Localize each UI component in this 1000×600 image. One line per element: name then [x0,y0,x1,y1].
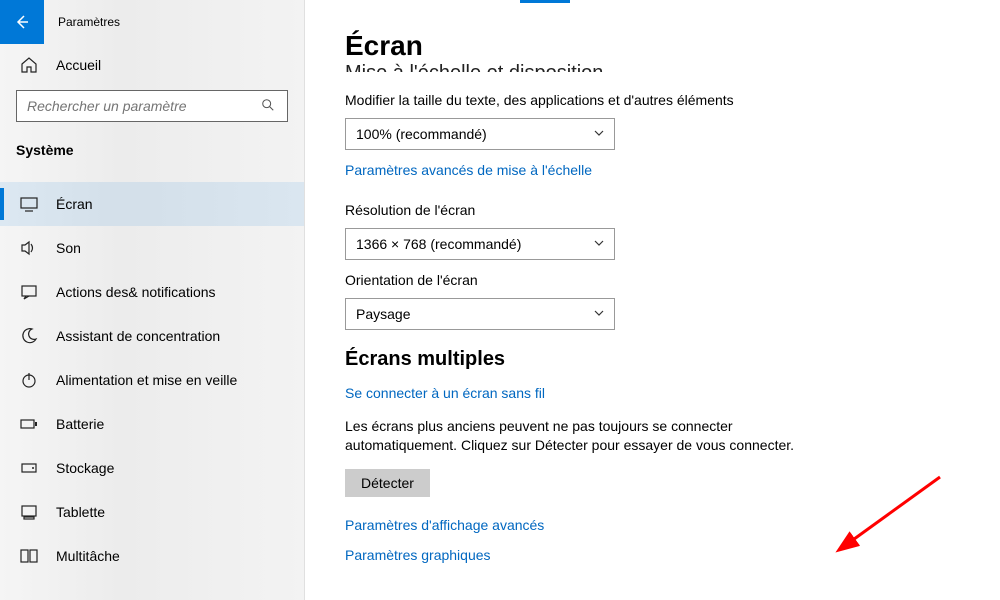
detect-description: Les écrans plus anciens peuvent ne pas t… [345,417,825,455]
sidebar-item-batterie[interactable]: Batterie [0,402,304,446]
content-area: Écran Mise à l'échelle et disposition Mo… [305,0,1000,600]
sidebar-item-label: Batterie [56,416,104,432]
chevron-down-icon [594,128,604,141]
search-input[interactable] [27,98,252,114]
moon-icon [20,327,38,345]
sidebar-item-stockage[interactable]: Stockage [0,446,304,490]
storage-icon [20,459,38,477]
scale-value: 100% (recommandé) [356,126,487,142]
multiple-displays-heading: Écrans multiples [345,348,970,371]
notifications-icon [20,283,38,301]
resolution-value: 1366 × 768 (recommandé) [356,236,521,252]
tablet-icon [20,503,38,521]
resolution-select[interactable]: 1366 × 768 (recommandé) [345,228,615,260]
home-button[interactable]: Accueil [0,44,304,86]
section-label: Système [0,136,304,182]
sidebar-item-son[interactable]: Son [0,226,304,270]
chevron-down-icon [594,238,604,251]
advanced-display-link[interactable]: Paramètres d'affichage avancés [345,517,970,533]
graphics-settings-link[interactable]: Paramètres graphiques [345,547,970,563]
sidebar: Paramètres Accueil Système Écran [0,0,305,600]
battery-icon [20,415,38,433]
power-icon [20,371,38,389]
sidebar-item-label: Assistant de concentration [56,328,220,344]
detect-button[interactable]: Détecter [345,469,430,497]
sidebar-item-notifications[interactable]: Actions des& notifications [0,270,304,314]
sidebar-item-ecran[interactable]: Écran [0,182,304,226]
scale-label: Modifier la taille du texte, des applica… [345,92,970,108]
back-button[interactable] [0,0,44,44]
app-title: Paramètres [44,15,120,29]
section-heading-partial: Mise à l'échelle et disposition [345,56,970,72]
titlebar: Paramètres [0,0,304,44]
search-box[interactable] [16,90,288,122]
sidebar-item-label: Son [56,240,81,256]
sidebar-item-label: Stockage [56,460,114,476]
chevron-down-icon [594,308,604,321]
orientation-value: Paysage [356,306,410,322]
scale-advanced-link[interactable]: Paramètres avancés de mise à l'échelle [345,162,592,178]
display-icon [20,195,38,213]
sidebar-item-label: Multitâche [56,548,120,564]
sidebar-item-label: Actions des& notifications [56,284,216,300]
arrow-left-icon [14,14,30,30]
wireless-display-link[interactable]: Se connecter à un écran sans fil [345,385,545,401]
sidebar-item-alimentation[interactable]: Alimentation et mise en veille [0,358,304,402]
sidebar-item-label: Écran [56,196,93,212]
sidebar-item-label: Alimentation et mise en veille [56,372,237,388]
multitask-icon [20,547,38,565]
search-icon [261,98,277,114]
sidebar-item-concentration[interactable]: Assistant de concentration [0,314,304,358]
orientation-select[interactable]: Paysage [345,298,615,330]
resolution-label: Résolution de l'écran [345,202,970,218]
orientation-label: Orientation de l'écran [345,272,970,288]
home-label: Accueil [56,57,101,73]
sidebar-item-label: Tablette [56,504,105,520]
scale-select[interactable]: 100% (recommandé) [345,118,615,150]
home-icon [20,56,38,74]
sidebar-item-tablette[interactable]: Tablette [0,490,304,534]
sound-icon [20,239,38,257]
sidebar-item-multitache[interactable]: Multitâche [0,534,304,578]
